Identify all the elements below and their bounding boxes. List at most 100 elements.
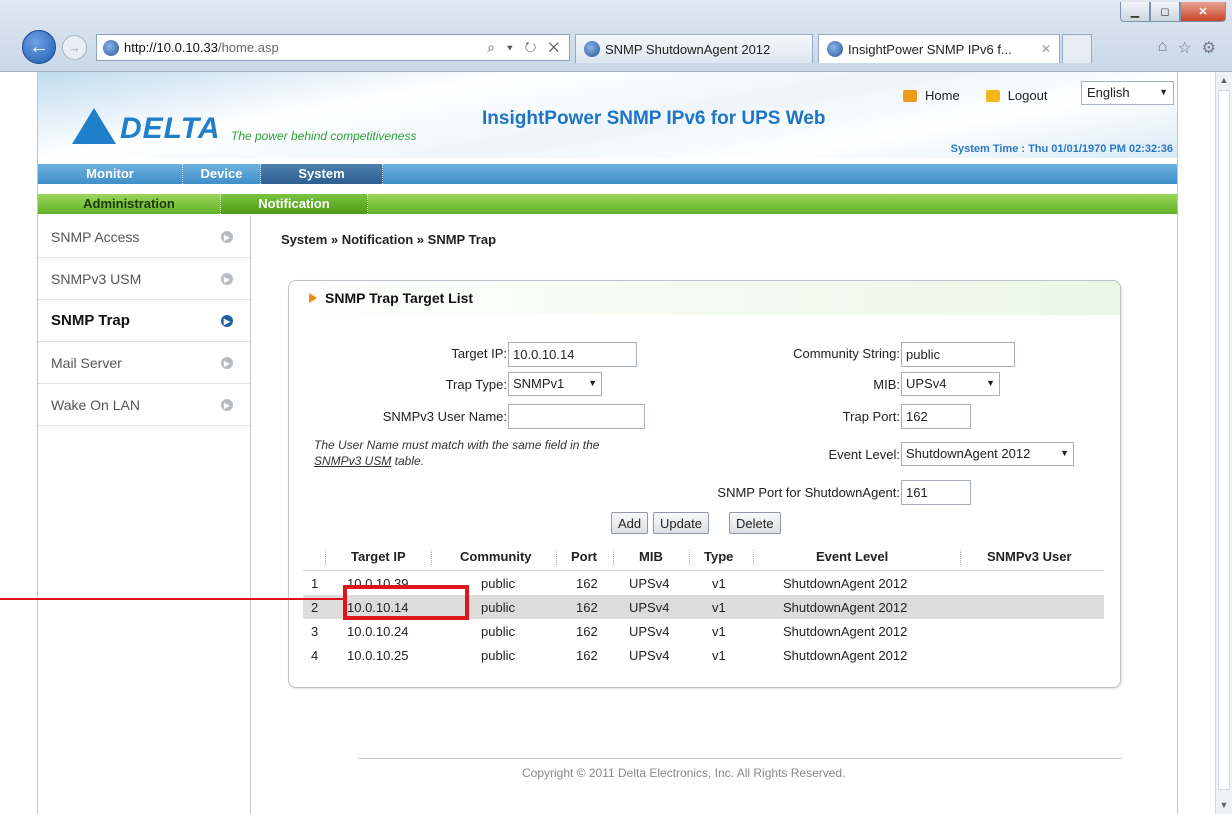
chevron-down-icon: ▼: [1060, 448, 1069, 458]
cell-mib: UPSv4: [629, 647, 670, 663]
maximize-button[interactable]: ◻: [1150, 2, 1180, 22]
tab-label: SNMP ShutdownAgent 2012: [605, 41, 771, 57]
home-link[interactable]: Home: [925, 88, 960, 103]
cell-mib: UPSv4: [629, 575, 670, 591]
tab-close-icon[interactable]: ✕: [1033, 42, 1051, 56]
sa-port-label: SNMP Port for ShutdownAgent:: [717, 485, 900, 500]
scroll-up-icon[interactable]: ▲: [1219, 75, 1229, 85]
sa-port-input[interactable]: [901, 480, 971, 505]
chevron-right-icon: ▶: [221, 231, 233, 243]
footer-divider: [358, 758, 1122, 759]
favorites-star-icon[interactable]: ☆: [1177, 38, 1191, 58]
table-row[interactable]: 4 10.0.10.25 public 162 UPSv4 v1 Shutdow…: [303, 643, 1104, 667]
cell-target-ip: 10.0.10.25: [347, 647, 409, 663]
row-number: 4: [311, 647, 319, 663]
url-path: /home.asp: [217, 40, 279, 55]
update-button[interactable]: Update: [653, 512, 709, 534]
cell-event-level: ShutdownAgent 2012: [783, 647, 908, 663]
community-input[interactable]: [901, 342, 1015, 367]
table-header-row: Target IP Community Port MIB Type Event …: [303, 543, 1104, 571]
col-community[interactable]: Community: [460, 549, 532, 564]
language-value: English: [1087, 85, 1130, 100]
cell-event-level: ShutdownAgent 2012: [783, 623, 908, 639]
nav-monitor[interactable]: Monitor: [38, 164, 183, 184]
address-tools-icon[interactable]: ⌕ ▾ ↻ ✕: [487, 39, 563, 56]
sidebar-item-label: Wake On LAN: [51, 396, 140, 413]
trap-type-select[interactable]: SNMPv1 ▼: [508, 372, 602, 396]
v3-user-input[interactable]: [508, 404, 645, 429]
home-icon: [903, 89, 917, 102]
system-time: System Time : Thu 01/01/1970 PM 02:32:36: [950, 143, 1173, 155]
event-level-value: ShutdownAgent 2012: [906, 446, 1031, 461]
vertical-scrollbar[interactable]: ▲ ▼: [1215, 72, 1232, 814]
col-port[interactable]: Port: [571, 549, 597, 564]
annotation-line: [0, 598, 344, 600]
browser-viewport: DELTA The power behind competitiveness I…: [0, 72, 1232, 814]
home-icon[interactable]: ⌂: [1158, 38, 1168, 58]
col-target-ip[interactable]: Target IP: [351, 549, 406, 564]
top-links: Home Logout: [903, 88, 1047, 103]
settings-gear-icon[interactable]: ⚙: [1202, 38, 1216, 58]
chevron-right-icon: ▶: [221, 315, 233, 327]
col-event-level[interactable]: Event Level: [816, 549, 888, 564]
table-row[interactable]: 3 10.0.10.24 public 162 UPSv4 v1 Shutdow…: [303, 619, 1104, 643]
cell-target-ip: 10.0.10.24: [347, 623, 409, 639]
sidebar: SNMP Access ▶ SNMPv3 USM ▶ SNMP Trap ▶ M…: [38, 216, 251, 814]
cell-community: public: [481, 623, 515, 639]
trap-port-label: Trap Port:: [842, 409, 900, 424]
delete-button[interactable]: Delete: [729, 512, 781, 534]
sidebar-item-label: SNMPv3 USM: [51, 270, 142, 287]
window-controls: ▁ ◻ ✕: [1120, 2, 1226, 22]
language-select[interactable]: English ▼: [1081, 81, 1174, 105]
web-page: DELTA The power behind competitiveness I…: [37, 72, 1178, 814]
row-number: 3: [311, 623, 319, 639]
logout-link[interactable]: Logout: [1008, 88, 1048, 103]
trap-port-input[interactable]: [901, 404, 971, 429]
cell-port: 162: [576, 647, 598, 663]
mib-select[interactable]: UPSv4 ▼: [901, 372, 1000, 396]
target-ip-input[interactable]: [508, 342, 637, 367]
snmpv3-usm-link[interactable]: SNMPv3 USM: [314, 454, 391, 468]
trap-type-value: SNMPv1: [513, 376, 565, 391]
col-type[interactable]: Type: [704, 549, 733, 564]
event-level-label: Event Level:: [828, 447, 900, 462]
sidebar-item-label: SNMP Trap: [51, 312, 130, 329]
v3-user-label: SNMPv3 User Name:: [382, 409, 507, 424]
col-snmpv3-user[interactable]: SNMPv3 User: [987, 549, 1072, 564]
scroll-thumb[interactable]: [1218, 90, 1230, 790]
close-window-button[interactable]: ✕: [1180, 2, 1226, 22]
v3-user-note: The User Name must match with the same f…: [314, 437, 684, 469]
back-arrow-icon[interactable]: ←: [22, 30, 56, 64]
sidebar-item-snmpv3-usm[interactable]: SNMPv3 USM ▶: [38, 258, 250, 300]
cell-event-level: ShutdownAgent 2012: [783, 599, 908, 615]
sidebar-item-wake-on-lan[interactable]: Wake On LAN ▶: [38, 384, 250, 426]
sub-nav: Administration Notification: [38, 194, 1177, 214]
delta-logo: DELTA: [72, 108, 221, 144]
address-bar[interactable]: http://10.0.10.33/home.asp ⌕ ▾ ↻ ✕: [96, 34, 570, 61]
cell-event-level: ShutdownAgent 2012: [783, 575, 908, 591]
minimize-button[interactable]: ▁: [1120, 2, 1150, 22]
new-tab-button[interactable]: [1062, 34, 1092, 63]
annotation-highlight-box: [343, 585, 469, 620]
subnav-notification[interactable]: Notification: [221, 194, 368, 214]
add-button[interactable]: Add: [611, 512, 649, 534]
trap-target-panel: SNMP Trap Target List Target IP: Trap Ty…: [288, 280, 1121, 688]
app-title: InsightPower SNMP IPv6 for UPS Web: [482, 108, 826, 129]
col-mib[interactable]: MIB: [639, 549, 663, 564]
nav-device[interactable]: Device: [183, 164, 261, 184]
subnav-administration[interactable]: Administration: [38, 194, 221, 214]
cell-type: v1: [712, 647, 726, 663]
target-ip-label: Target IP:: [451, 346, 507, 361]
forward-arrow-icon[interactable]: →: [62, 35, 87, 60]
nav-system[interactable]: System: [261, 164, 383, 184]
mib-value: UPSv4: [906, 376, 947, 391]
sidebar-item-snmp-access[interactable]: SNMP Access ▶: [38, 216, 250, 258]
breadcrumb: System » Notification » SNMP Trap: [281, 232, 497, 247]
scroll-down-icon[interactable]: ▼: [1219, 800, 1229, 810]
event-level-select[interactable]: ShutdownAgent 2012 ▼: [901, 442, 1074, 466]
tagline: The power behind competitiveness: [231, 129, 417, 143]
tab-insightpower[interactable]: InsightPower SNMP IPv6 f... ✕: [818, 34, 1060, 63]
sidebar-item-snmp-trap[interactable]: SNMP Trap ▶: [38, 300, 250, 342]
sidebar-item-mail-server[interactable]: Mail Server ▶: [38, 342, 250, 384]
tab-snmp-shutdownagent[interactable]: SNMP ShutdownAgent 2012: [575, 34, 813, 63]
